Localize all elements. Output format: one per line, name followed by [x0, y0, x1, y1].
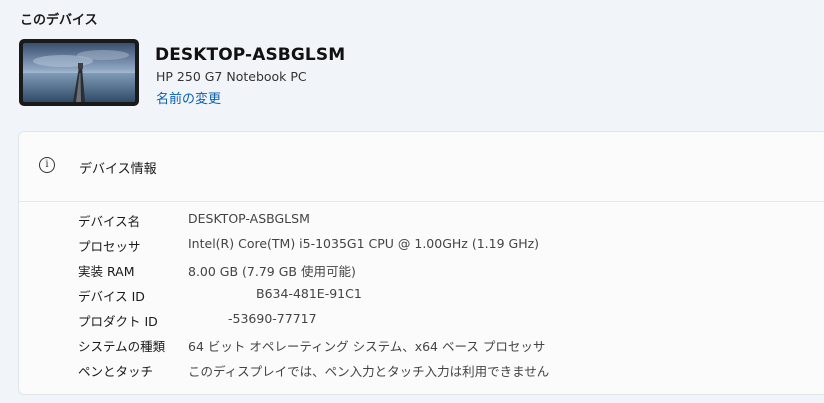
device-info-card: i デバイス情報 デバイス名 DESKTOP-ASBGLSM プロセッサ Int… — [18, 131, 824, 395]
section-title: このデバイス — [20, 13, 98, 28]
spec-row-product-id: プロダクト ID -53690-77717 — [19, 311, 824, 331]
spec-label: プロダクト ID — [78, 314, 158, 329]
spec-row-processor: プロセッサ Intel(R) Core(TM) i5-1035G1 CPU @ … — [19, 236, 824, 256]
spec-row-ram: 実装 RAM 8.00 GB (7.79 GB 使用可能) — [19, 261, 824, 281]
spec-label: デバイス ID — [78, 289, 145, 304]
device-thumbnail — [19, 39, 139, 106]
wallpaper-image — [23, 43, 135, 102]
spec-label: ペンとタッチ — [78, 364, 154, 379]
spec-row-device-name: デバイス名 DESKTOP-ASBGLSM — [19, 211, 824, 231]
spec-value[interactable]: DESKTOP-ASBGLSM — [188, 211, 310, 226]
device-info-header[interactable]: i デバイス情報 — [19, 132, 824, 202]
spec-value[interactable]: 64 ビット オペレーティング システム、x64 ベース プロセッサ — [188, 336, 545, 355]
spec-value[interactable]: B634-481E-91C1 — [256, 286, 362, 301]
spec-row-system-type: システムの種類 64 ビット オペレーティング システム、x64 ベース プロセ… — [19, 336, 824, 356]
spec-value[interactable]: このディスプレイでは、ペン入力とタッチ入力は利用できません — [188, 361, 549, 380]
device-name: DESKTOP-ASBGLSM — [155, 45, 346, 65]
rename-link[interactable]: 名前の変更 — [156, 88, 221, 107]
spec-value[interactable]: -53690-77717 — [228, 311, 317, 326]
spec-label: デバイス名 — [78, 214, 141, 229]
spec-label: プロセッサ — [78, 239, 141, 254]
device-model: HP 250 G7 Notebook PC — [156, 69, 307, 84]
device-info-title: デバイス情報 — [79, 162, 157, 177]
spec-label: システムの種類 — [78, 339, 166, 354]
info-icon: i — [39, 157, 55, 173]
spec-row-device-id: デバイス ID B634-481E-91C1 — [19, 286, 824, 306]
spec-row-pen-touch: ペンとタッチ このディスプレイでは、ペン入力とタッチ入力は利用できません — [19, 361, 824, 381]
spec-label: 実装 RAM — [78, 264, 135, 279]
spec-value[interactable]: 8.00 GB (7.79 GB 使用可能) — [188, 261, 356, 280]
spec-value[interactable]: Intel(R) Core(TM) i5-1035G1 CPU @ 1.00GH… — [188, 236, 539, 251]
